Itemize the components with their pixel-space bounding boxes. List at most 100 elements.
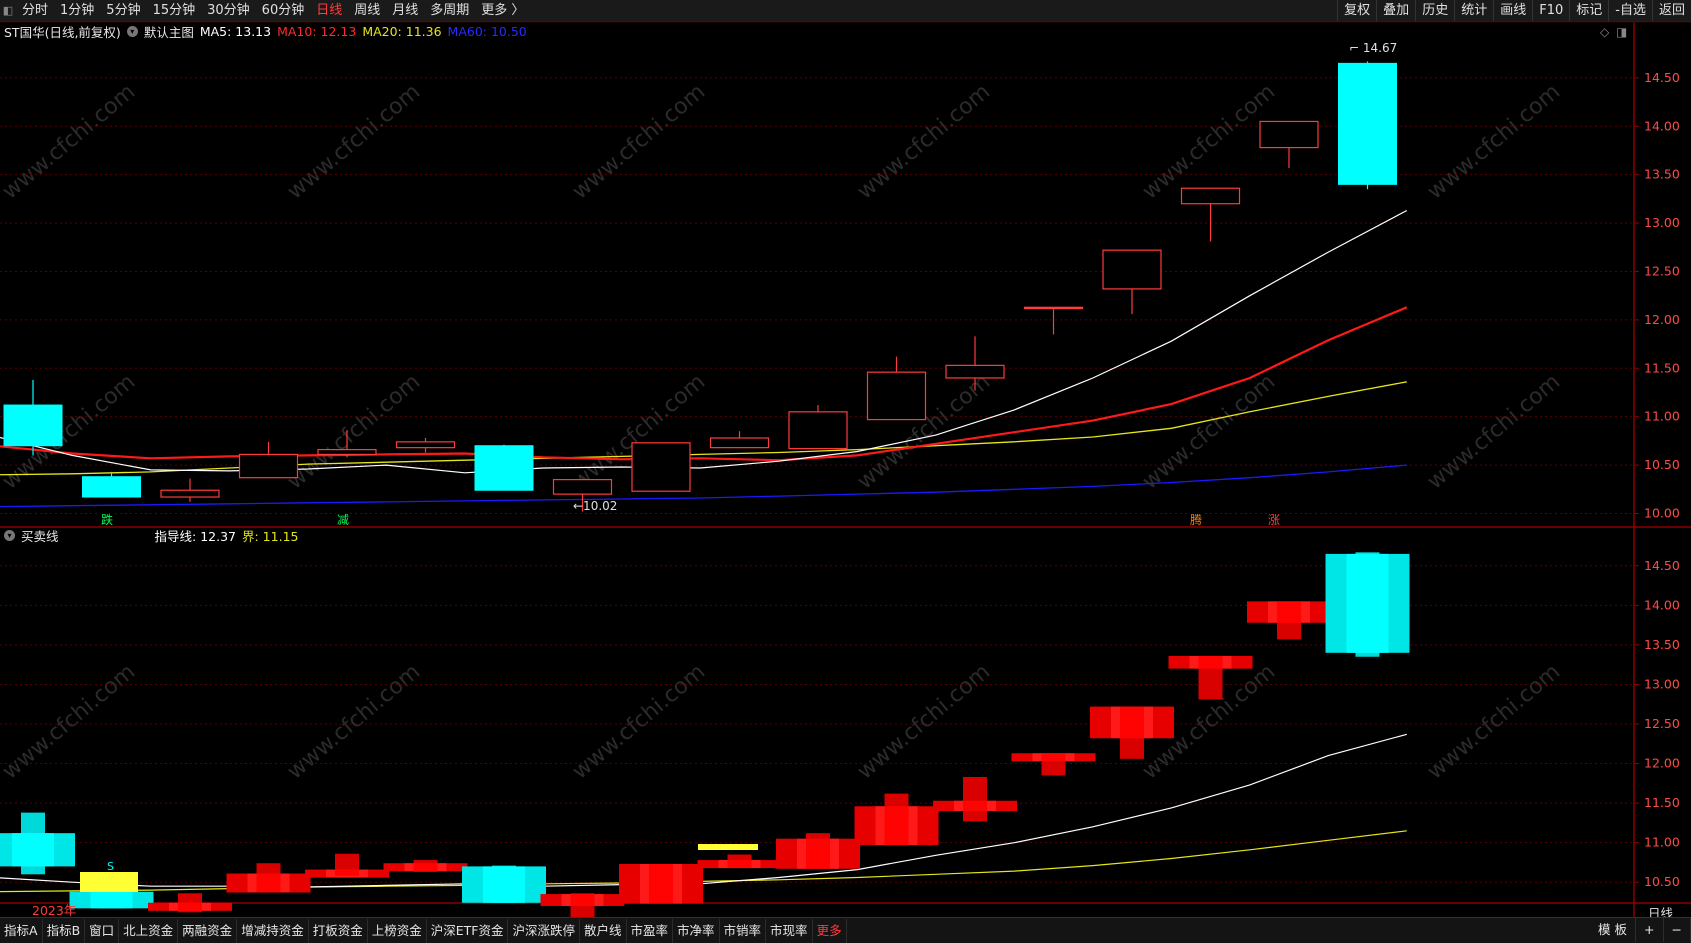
candle-body-up: [160, 489, 220, 498]
signal-marker: 涨: [1267, 512, 1281, 527]
watermark-text: www.cfchi.com: [1423, 659, 1565, 784]
diamond-icon: ◇: [1600, 25, 1610, 39]
template-control-2[interactable]: −: [1664, 918, 1691, 942]
sub-y-tick-label: 13.00: [1644, 676, 1680, 691]
main-y-tick-label: 13.50: [1644, 167, 1680, 182]
indicator-tab-2[interactable]: 窗口: [85, 918, 120, 943]
main-y-tick-label: 12.00: [1644, 312, 1680, 327]
yellow-signal-bar: [698, 844, 758, 850]
low-price-marker: ←10.02: [573, 499, 617, 513]
candle-body-up: [1180, 187, 1241, 205]
candle-body-down: [474, 445, 534, 491]
candle-body-up: [317, 448, 377, 456]
template-controls: 模 板 + −: [1590, 918, 1691, 942]
yellow-signal-bar: [80, 872, 138, 892]
high-price-marker: ⌐ 14.67: [1349, 41, 1397, 55]
buysell-stick: [1198, 655, 1223, 700]
candle-body-up: [631, 442, 691, 492]
buysell-stick: [256, 863, 281, 893]
watermark-text: www.cfchi.com: [1423, 369, 1565, 494]
buysell-stick: [806, 833, 830, 869]
candle-body-up: [395, 441, 456, 449]
indicator-tabbar: 指标A 指标B 窗口 北上资金 两融资金 增减持资金 打板资金 上榜资金 沪深ETF资金 沪深涨跌…: [0, 917, 1691, 943]
watermark-text: www.cfchi.com: [568, 79, 710, 204]
main-y-tick-label: 11.50: [1644, 360, 1680, 375]
sub-y-tick-label: 12.00: [1644, 756, 1680, 771]
candle-body-up: [238, 453, 299, 479]
main-y-tick-label: 12.50: [1644, 263, 1680, 278]
watermark-text: www.cfchi.com: [283, 79, 425, 204]
watermark-text: www.cfchi.com: [1138, 369, 1280, 494]
indicator-tab-12[interactable]: 市净率: [673, 918, 720, 943]
main-y-tick-label: 14.50: [1644, 70, 1680, 85]
template-control-0[interactable]: 模 板: [1590, 918, 1637, 942]
signal-marker: 跌: [100, 512, 114, 527]
indicator-tab-4[interactable]: 两融资金: [178, 918, 238, 943]
sub-y-tick-label: 11.00: [1644, 835, 1680, 850]
kline-chart[interactable]: www.cfchi.com www.cfchi.com www.cfchi.com w…: [0, 0, 1691, 917]
sub-y-tick-label: 13.50: [1644, 637, 1680, 652]
main-y-tick-label: 14.00: [1644, 118, 1680, 133]
watermark-text: www.cfchi.com: [0, 659, 140, 784]
indicator-tabs: 指标A 指标B 窗口 北上资金 两融资金 增减持资金 打板资金 上榜资金 沪深ETF资金 沪深涨跌…: [0, 918, 847, 943]
signal-marker: 减: [336, 512, 350, 527]
candle-body-up: [1102, 249, 1162, 290]
main-y-tick-label: 13.00: [1644, 215, 1680, 230]
sub-y-tick-label: 14.00: [1644, 597, 1680, 612]
sub-y-tick-label: 11.50: [1644, 795, 1680, 810]
candle-body-up: [1023, 306, 1084, 310]
buysell-stick: [1041, 753, 1066, 776]
sub-y-tick-label: 14.50: [1644, 558, 1680, 573]
indicator-tab-11[interactable]: 市盈率: [627, 918, 674, 943]
buysell-stick: [963, 777, 987, 822]
candle-body-down: [82, 476, 141, 498]
expand-icon: ◨: [1616, 25, 1627, 39]
candle-body-up: [1259, 120, 1319, 149]
buysell-stick: [413, 860, 438, 872]
signal-text: 腾: [1190, 512, 1202, 527]
indicator-tab-3[interactable]: 北上资金: [119, 918, 179, 943]
buysell-stick: [570, 893, 595, 917]
buysell-stick: [335, 853, 359, 876]
ma60-line: [0, 464, 1407, 508]
candle-body-up: [866, 371, 927, 421]
sub-y-tick-label: 12.50: [1644, 716, 1680, 731]
buysell-stick: [21, 812, 45, 875]
watermark-text: www.cfchi.com: [283, 369, 425, 494]
signal-marker: 腾: [1189, 512, 1203, 527]
indicator-tab-1[interactable]: 指标B: [43, 918, 86, 943]
signal-text: 减: [337, 513, 349, 527]
watermark-text: www.cfchi.com: [1423, 79, 1565, 204]
indicator-tab-8[interactable]: 沪深ETF资金: [427, 918, 509, 943]
signal-text: 跌: [101, 512, 113, 527]
indicator-tab-0[interactable]: 指标A: [0, 918, 43, 943]
year-label: 2023年: [32, 903, 76, 917]
main-y-tick-label: 10.50: [1644, 457, 1680, 472]
sub-y-tick-label: 10.50: [1644, 874, 1680, 889]
indicator-tab-14[interactable]: 市现率: [766, 918, 813, 943]
s-marker: S: [107, 860, 114, 873]
watermark-text: www.cfchi.com: [0, 79, 140, 204]
candle-body-up: [709, 437, 770, 449]
template-control-1[interactable]: +: [1636, 918, 1664, 942]
indicator-tab-9[interactable]: 沪深涨跌停: [508, 918, 580, 943]
buysell-stick: [1355, 552, 1380, 657]
indicator-tab-7[interactable]: 上榜资金: [368, 918, 427, 943]
main-y-tick-label: 11.00: [1644, 409, 1680, 424]
watermark-text: www.cfchi.com: [853, 659, 995, 784]
buysell-stick: [1120, 706, 1144, 759]
buysell-stick: [649, 864, 673, 904]
candle-body-up: [945, 364, 1005, 379]
indicator-tab-15[interactable]: 更多: [813, 918, 847, 943]
watermark-layer: www.cfchi.com www.cfchi.com www.cfchi.com w…: [0, 79, 1565, 784]
buysell-stick: [178, 893, 202, 913]
candle-body-down: [3, 404, 63, 447]
indicator-tab-6[interactable]: 打板资金: [309, 918, 368, 943]
buysell-stick: [1277, 601, 1301, 640]
signal-text: 涨: [1268, 512, 1280, 527]
watermark-text: www.cfchi.com: [568, 659, 710, 784]
indicator-tab-5[interactable]: 增减持资金: [237, 918, 309, 943]
indicator-tab-10[interactable]: 散户线: [580, 918, 627, 943]
candle-body-up: [788, 411, 848, 450]
indicator-tab-13[interactable]: 市销率: [720, 918, 767, 943]
